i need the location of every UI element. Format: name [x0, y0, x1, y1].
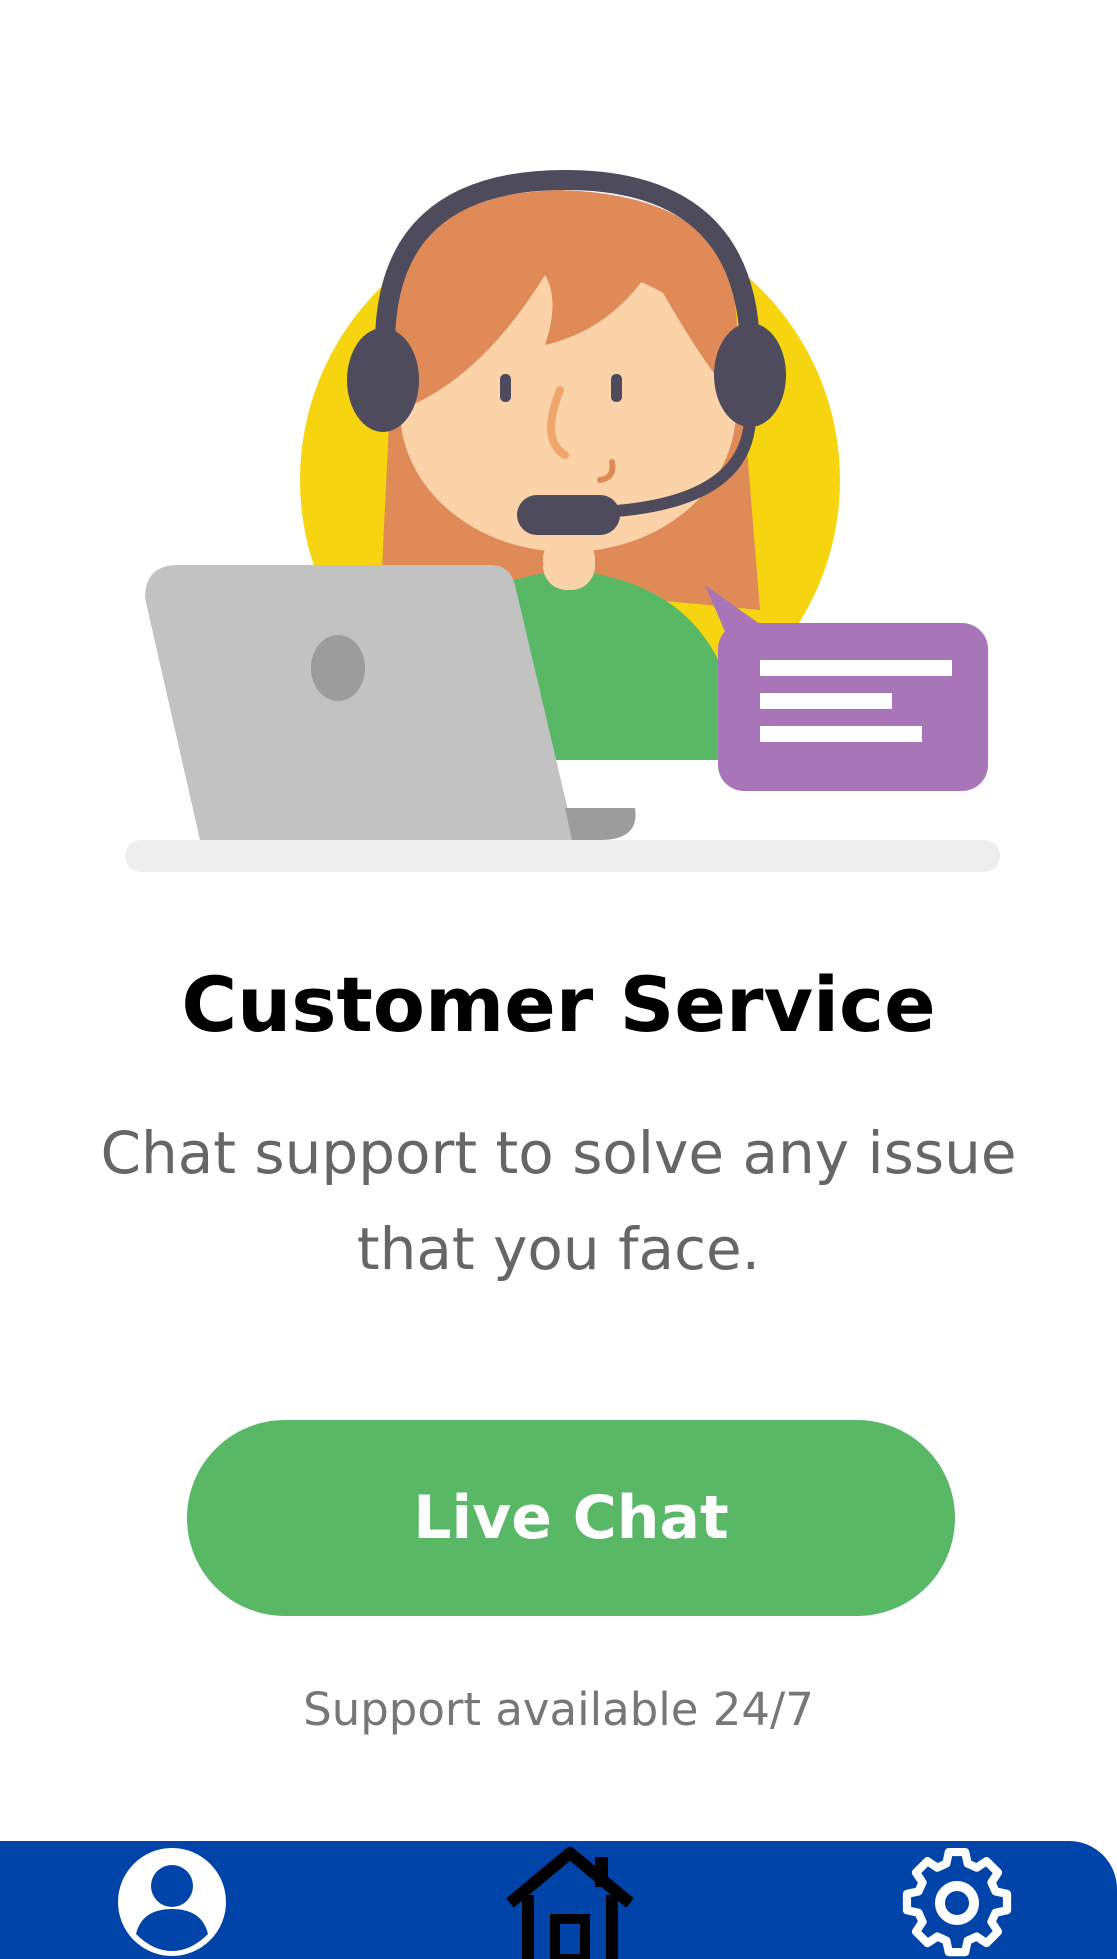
laptop-lid [145, 565, 575, 840]
live-chat-button[interactable]: Live Chat [187, 1420, 955, 1616]
bottom-navigation-bar [0, 1841, 1117, 1959]
page-title: Customer Service [181, 960, 936, 1049]
user-profile-icon [118, 1848, 226, 1956]
chat-bubble-line-1 [760, 660, 952, 676]
home-icon [506, 1847, 634, 1959]
nav-profile-button[interactable] [115, 1841, 229, 1959]
headset-right-cup [714, 323, 786, 427]
headset-left-cup [347, 328, 419, 432]
customer-service-screen: Customer Service Chat support to solve a… [0, 0, 1117, 1959]
nav-home-button[interactable] [500, 1841, 640, 1959]
gear-icon [902, 1847, 1012, 1957]
chat-bubble-line-2 [760, 693, 892, 709]
support-availability-note: Support available 24/7 [303, 1683, 814, 1736]
desk [125, 840, 1000, 872]
customer-support-illustration [125, 169, 1000, 872]
laptop-base [565, 808, 636, 840]
page-subtitle: Chat support to solve any issue that you… [100, 1119, 1017, 1283]
chat-bubble-line-3 [760, 726, 922, 742]
right-eye [611, 374, 622, 402]
left-eye [500, 374, 511, 402]
nav-settings-button[interactable] [892, 1841, 1022, 1959]
mic [517, 495, 620, 535]
laptop-logo [311, 635, 365, 701]
